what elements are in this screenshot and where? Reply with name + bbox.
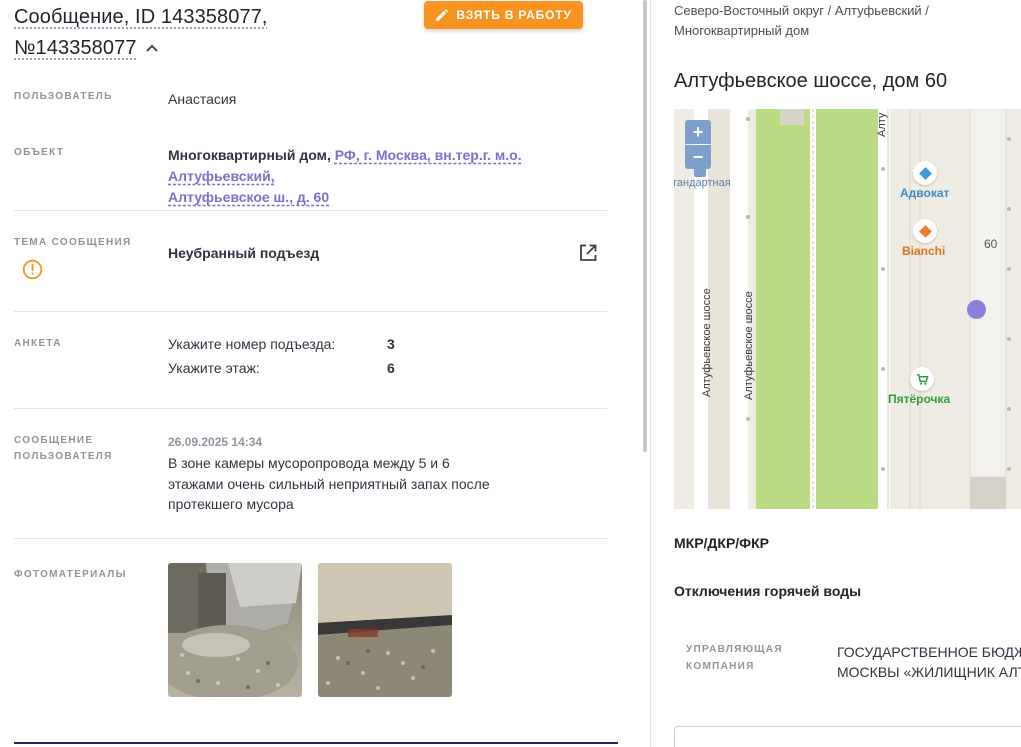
object-type: Многоквартирный дом, [168,147,331,163]
cart-icon[interactable] [910,367,934,391]
take-to-work-button[interactable]: ВЗЯТЬ В РАБОТУ [424,1,583,29]
message-label: СООБЩЕНИЕ [14,435,94,446]
message-title[interactable]: Сообщение, ID 143358077, [14,6,268,29]
location-marker-icon[interactable] [967,300,986,319]
breadcrumb-line[interactable]: Северо-Восточный округ / Алтуфьевский / [674,1,1014,21]
mkr-section-title[interactable]: МКР/ДКР/ФКР [674,535,769,551]
management-company-label: УПРАВЛЯЮЩАЯ КОМПАНИЯ [686,641,783,675]
management-company-value: ГОСУДАРСТВЕННОЕ БЮДЖЕ МОСКВЫ «ЖИЛИЩНИК А… [837,642,1021,682]
divider [14,210,607,211]
object-value: Многоквартирный дом, РФ, г. Москва, вн.т… [168,145,618,208]
message-text-line: этажами очень сильный неприятный запах п… [168,476,490,492]
photo-thumbnail[interactable] [318,563,452,697]
hot-water-section-title[interactable]: Отключения горячей воды [674,583,861,599]
topic-value: Неубранный подъезд [168,245,320,261]
anketa-question: Укажите этаж: [168,360,260,376]
anketa-question: Укажите номер подъезда: [168,336,336,352]
message-text-line: протекшего мусора [168,496,294,512]
label-line: КОМПАНИЯ [686,661,755,672]
scrollbar[interactable] [643,0,647,452]
map-poi-label: Bianchi [902,244,946,258]
map-poi-label: тандартная [674,177,731,189]
object-label: ОБЪЕКТ [14,147,65,158]
label-line: УПРАВЛЯЮЩАЯ [686,644,783,655]
zoom-in-button[interactable]: + [685,120,711,144]
message-text-line: В зоне камеры мусоропровода между 5 и 6 [168,455,450,471]
bus-stop-icon [694,165,706,177]
breadcrumb-line[interactable]: Многоквартирный дом [674,21,1014,41]
take-to-work-label: ВЗЯТЬ В РАБОТУ [456,8,572,22]
warning-icon [22,259,43,280]
shop-poi-icon[interactable] [913,219,937,243]
message-number[interactable]: №143358077 [14,37,137,60]
chevron-up-icon[interactable] [144,40,160,56]
divider [14,408,607,409]
object-address-link-2[interactable]: Алтуфьевское ш., д. 60 [168,189,329,205]
map-street-label: Алтуфьевское шоссе [743,291,755,400]
divider [14,538,607,539]
message-panel: Сообщение, ID 143358077, №143358077 ВЗЯТ… [0,0,646,747]
topic-label: ТЕМА СООБЩЕНИЯ [14,237,132,248]
anketa-answer: 3 [387,336,395,352]
user-label: ПОЛЬЗОВАТЕЛЬ [14,91,113,102]
anketa-label: АНКЕТА [14,338,62,349]
message-date: 26.09.2025 14:34 [168,435,263,449]
address-title: Алтуфьевское шоссе, дом 60 [674,70,948,92]
map[interactable]: + − тандартная Алтуфьевское шоссе Алтуфь… [674,109,1021,509]
map-street-label: Алту [876,112,888,137]
pane-divider [650,0,651,747]
value-line: ГОСУДАРСТВЕННОЕ БЮДЖЕ [837,644,1021,660]
map-poi-label: Адвокат [900,186,950,200]
map-house-number: 60 [984,237,998,251]
breadcrumb: Северо-Восточный округ / Алтуфьевский / … [674,0,1014,41]
map-poi-label: Пятёрочка [888,392,951,406]
value-line: МОСКВЫ «ЖИЛИЩНИК АЛТУ [837,664,1021,680]
photos-label: ФОТОМАТЕРИАЛЫ [14,569,127,580]
input-box[interactable] [674,726,1021,747]
divider [14,311,607,312]
message-label-2: ПОЛЬЗОВАТЕЛЯ [14,451,113,462]
bottom-divider [14,742,618,744]
open-external-icon[interactable] [578,243,598,263]
pencil-icon [436,8,449,21]
photo-thumbnail[interactable] [168,563,302,697]
map-street-label: Алтуфьевское шоссе [701,288,713,397]
anketa-answer: 6 [387,360,395,376]
lawyer-poi-icon[interactable] [913,161,937,185]
user-value: Анастасия [168,91,237,107]
